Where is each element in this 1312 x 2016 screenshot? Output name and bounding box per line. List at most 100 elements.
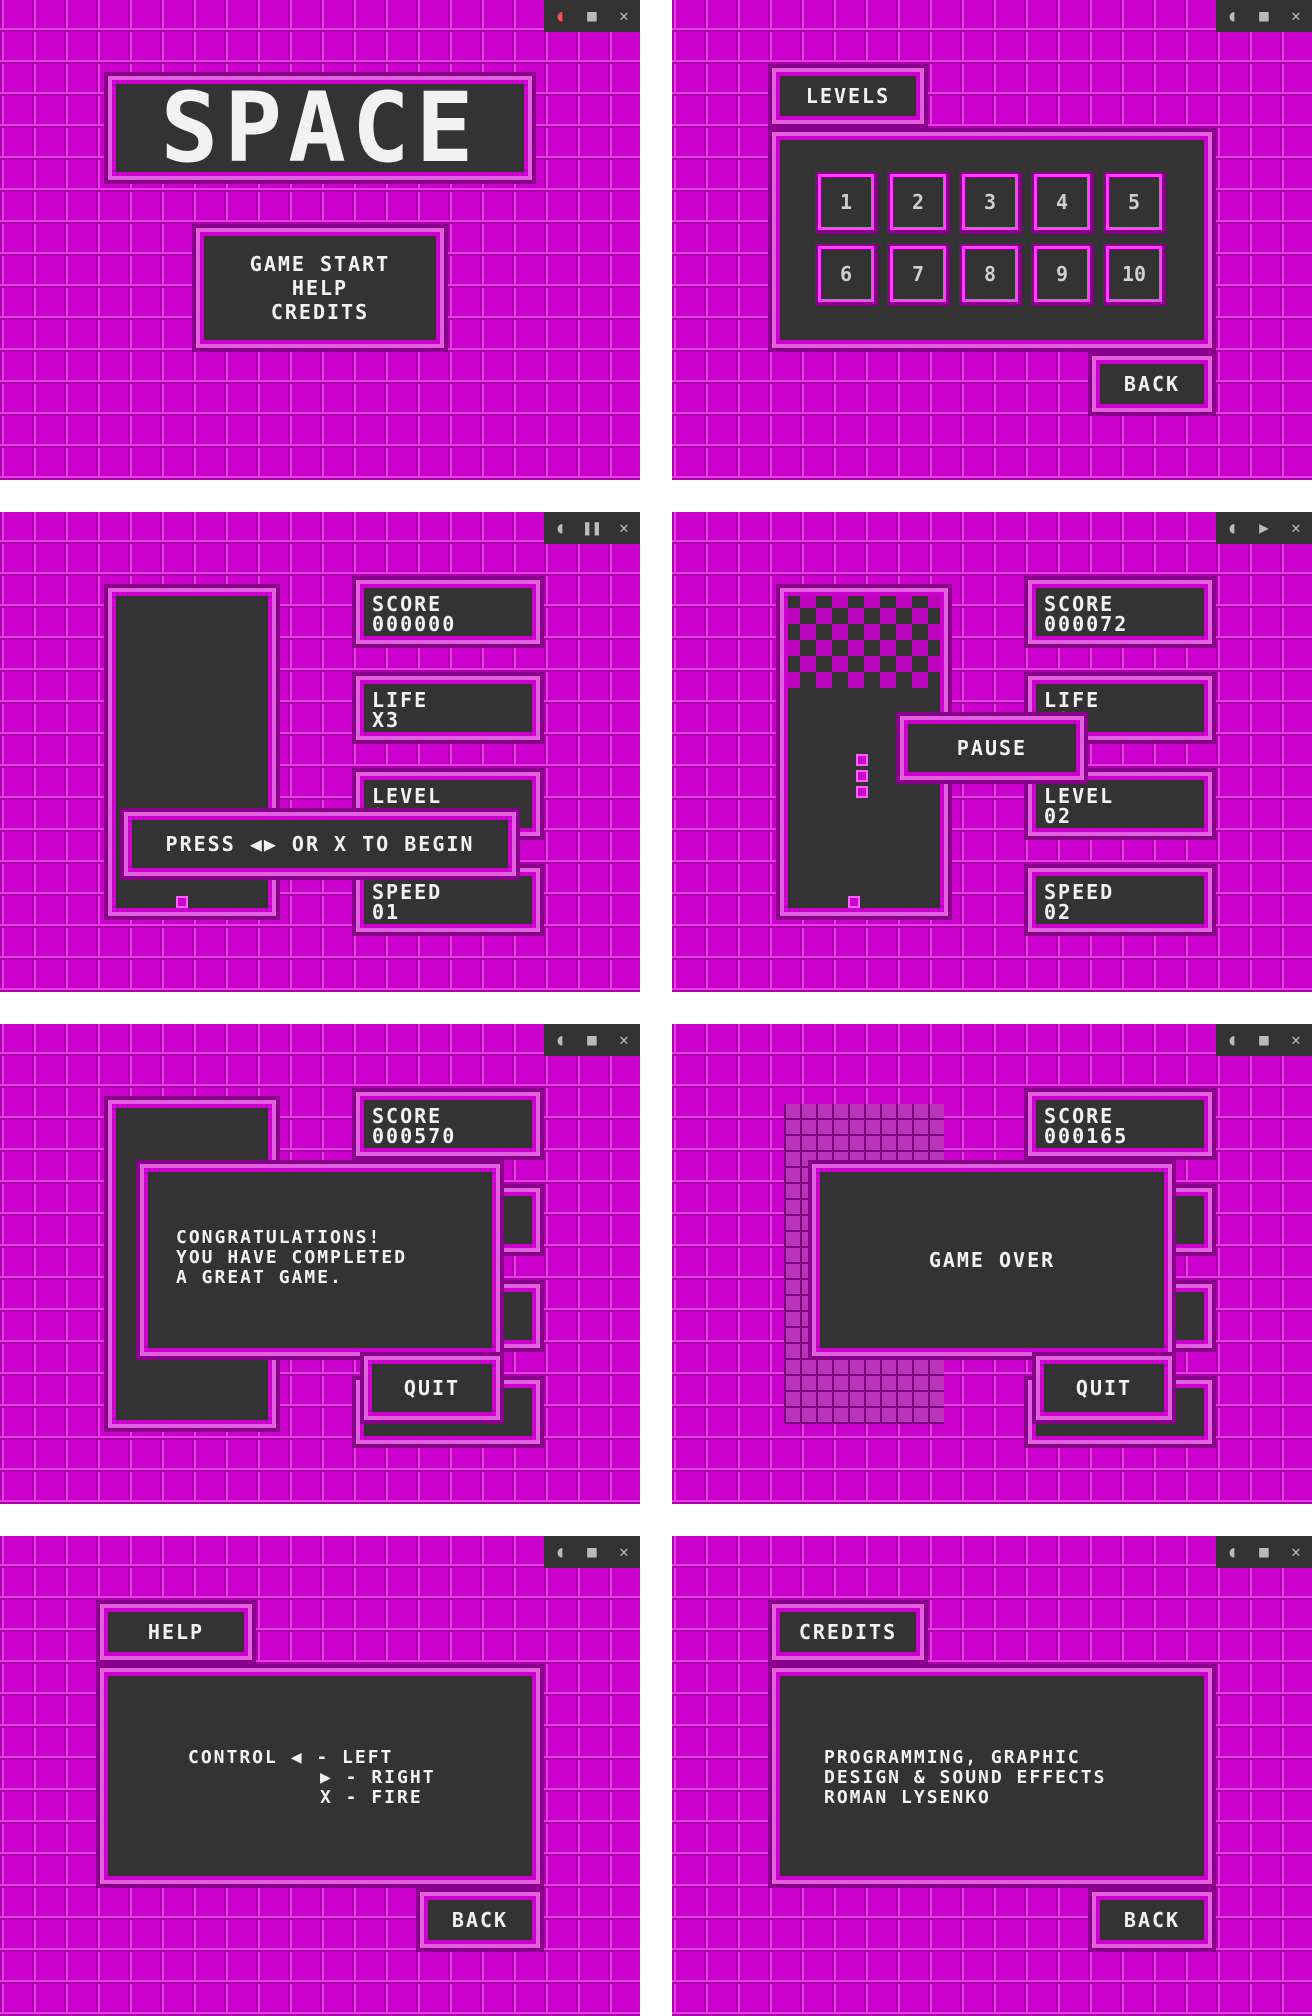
level-value: 02 (1044, 804, 1073, 828)
close-icon[interactable]: ✕ (1285, 1024, 1307, 1056)
level-button-6[interactable]: 6 (815, 243, 877, 305)
life-label: LIFE (1044, 688, 1101, 712)
quit-button[interactable]: QUIT (364, 1356, 500, 1420)
level-button-9[interactable]: 9 (1031, 243, 1093, 305)
congratulations-dialog: CONGRATULATIONS! YOU HAVE COMPLETED A GR… (140, 1164, 500, 1356)
bullet (856, 770, 868, 782)
score-value: 000000 (372, 612, 457, 636)
window-controls: ◖ ❚❚ ✕ (544, 512, 640, 544)
player-ship (848, 896, 860, 908)
score-panel: SCORE 000000 (356, 580, 540, 644)
level-button-10[interactable]: 10 (1103, 243, 1165, 305)
help-line-2: ▶ - RIGHT (320, 1767, 436, 1788)
gameover-screen: ◖ ■ ✕ SCORE 000165 GAME OVER QUIT (672, 1024, 1312, 1504)
levels-screen: ◖ ■ ✕ LEVELS 1 2 3 4 5 6 7 8 9 10 BACK (672, 0, 1312, 480)
speed-label: SPEED (1044, 880, 1115, 904)
speaker-muted-icon[interactable]: ◖ (549, 0, 571, 32)
speaker-icon[interactable]: ◖ (1221, 1024, 1243, 1056)
window-controls: ◖ ■ ✕ (544, 1024, 640, 1056)
speed-panel: SPEED 02 (1028, 868, 1212, 932)
speed-label: SPEED (372, 880, 443, 904)
level-button-2[interactable]: 2 (887, 171, 949, 233)
stop-icon[interactable]: ■ (1253, 1024, 1275, 1056)
congrats-line-3: A GREAT GAME. (176, 1267, 343, 1288)
close-icon[interactable]: ✕ (613, 512, 635, 544)
quit-button[interactable]: QUIT (1036, 1356, 1172, 1420)
speaker-icon[interactable]: ◖ (549, 1536, 571, 1568)
menu-item-game-start[interactable]: GAME START (250, 252, 390, 276)
score-panel: SCORE 000072 (1028, 580, 1212, 644)
score-value: 000570 (372, 1124, 457, 1148)
credits-line-3: ROMAN LYSENKO (824, 1787, 991, 1808)
bullet (856, 786, 868, 798)
game-over-dialog: GAME OVER (812, 1164, 1172, 1356)
level-label: LEVEL (1044, 784, 1115, 808)
window-controls: ◖ ■ ✕ (1216, 1536, 1312, 1568)
score-label: SCORE (1044, 592, 1115, 616)
level-button-8[interactable]: 8 (959, 243, 1021, 305)
level-button-5[interactable]: 5 (1103, 171, 1165, 233)
help-line-1: CONTROL ◀ - LEFT (188, 1747, 394, 1768)
stop-icon[interactable]: ■ (1253, 1536, 1275, 1568)
congrats-line-2: YOU HAVE COMPLETED (176, 1247, 408, 1268)
stop-icon[interactable]: ■ (581, 1536, 603, 1568)
close-icon[interactable]: ✕ (1285, 512, 1307, 544)
speed-value: 02 (1044, 900, 1073, 924)
pause-icon[interactable]: ❚❚ (581, 512, 603, 544)
menu-screen: ◖ ■ ✕ SPACE GAME START HELP CREDITS (0, 0, 640, 480)
back-button[interactable]: BACK (420, 1892, 540, 1948)
score-value: 000165 (1044, 1124, 1129, 1148)
credits-text-panel: PROGRAMMING, GRAPHIC DESIGN & SOUND EFFE… (772, 1668, 1212, 1884)
credits-screen: ◖ ■ ✕ CREDITS PROGRAMMING, GRAPHIC DESIG… (672, 1536, 1312, 2016)
close-icon[interactable]: ✕ (1285, 1536, 1307, 1568)
stop-icon[interactable]: ■ (581, 1024, 603, 1056)
level-button-3[interactable]: 3 (959, 171, 1021, 233)
level-button-4[interactable]: 4 (1031, 171, 1093, 233)
stop-icon[interactable]: ■ (581, 0, 603, 32)
close-icon[interactable]: ✕ (1285, 0, 1307, 32)
speaker-icon[interactable]: ◖ (1221, 1536, 1243, 1568)
credits-header: CREDITS (772, 1604, 924, 1660)
score-panel: SCORE 000570 (356, 1092, 540, 1156)
close-icon[interactable]: ✕ (613, 1536, 635, 1568)
speaker-icon[interactable]: ◖ (1221, 0, 1243, 32)
level-label: LEVEL (372, 784, 443, 808)
congrats-line-1: CONGRATULATIONS! (176, 1227, 382, 1248)
score-panel: SCORE 000165 (1028, 1092, 1212, 1156)
close-icon[interactable]: ✕ (613, 0, 635, 32)
window-controls: ◖ ▶ ✕ (1216, 512, 1312, 544)
speed-value: 01 (372, 900, 401, 924)
speaker-icon[interactable]: ◖ (549, 512, 571, 544)
menu-item-help[interactable]: HELP (292, 276, 348, 300)
speaker-icon[interactable]: ◖ (549, 1024, 571, 1056)
pause-dialog[interactable]: PAUSE (900, 716, 1084, 780)
level-panel: LEVEL 02 (1028, 772, 1212, 836)
levels-header: LEVELS (772, 68, 924, 124)
credits-line-2: DESIGN & SOUND EFFECTS (824, 1767, 1107, 1788)
speed-panel: SPEED 01 (356, 868, 540, 932)
main-menu: GAME START HELP CREDITS (196, 228, 444, 348)
score-label: SCORE (372, 592, 443, 616)
level-button-7[interactable]: 7 (887, 243, 949, 305)
player-ship (176, 896, 188, 908)
back-button[interactable]: BACK (1092, 1892, 1212, 1948)
game-title: SPACE (108, 72, 532, 184)
levels-grid-panel (772, 132, 1212, 348)
play-icon[interactable]: ▶ (1253, 512, 1275, 544)
speaker-icon[interactable]: ◖ (1221, 512, 1243, 544)
window-controls: ◖ ■ ✕ (1216, 0, 1312, 32)
level-button-1[interactable]: 1 (815, 171, 877, 233)
score-value: 000072 (1044, 612, 1129, 636)
help-text-panel: CONTROL ◀ - LEFT ▶ - RIGHT X - FIRE (100, 1668, 540, 1884)
begin-prompt: PRESS ◀▶ OR X TO BEGIN (124, 812, 516, 876)
enemy-grid (784, 592, 944, 688)
stop-icon[interactable]: ■ (1253, 0, 1275, 32)
back-button[interactable]: BACK (1092, 356, 1212, 412)
menu-item-credits[interactable]: CREDITS (271, 300, 369, 324)
close-icon[interactable]: ✕ (613, 1024, 635, 1056)
help-screen: ◖ ■ ✕ HELP CONTROL ◀ - LEFT ▶ - RIGHT X … (0, 1536, 640, 2016)
score-label: SCORE (1044, 1104, 1115, 1128)
bullet (856, 754, 868, 766)
help-header: HELP (100, 1604, 252, 1660)
score-label: SCORE (372, 1104, 443, 1128)
